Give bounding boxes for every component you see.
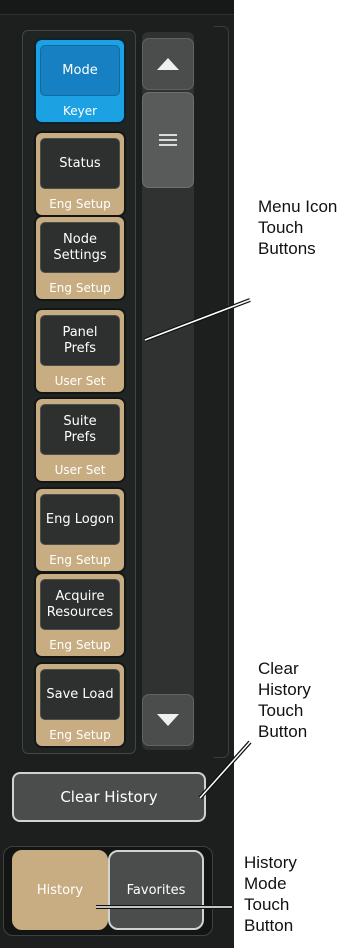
clear-history-callout: Clear History Touch Button bbox=[258, 659, 311, 741]
callout-leader-lines bbox=[96, 298, 252, 909]
history-mode-callout: History Mode Touch Button bbox=[244, 853, 297, 935]
menu-icon-callout: Menu Icon Touch Buttons bbox=[258, 197, 338, 258]
